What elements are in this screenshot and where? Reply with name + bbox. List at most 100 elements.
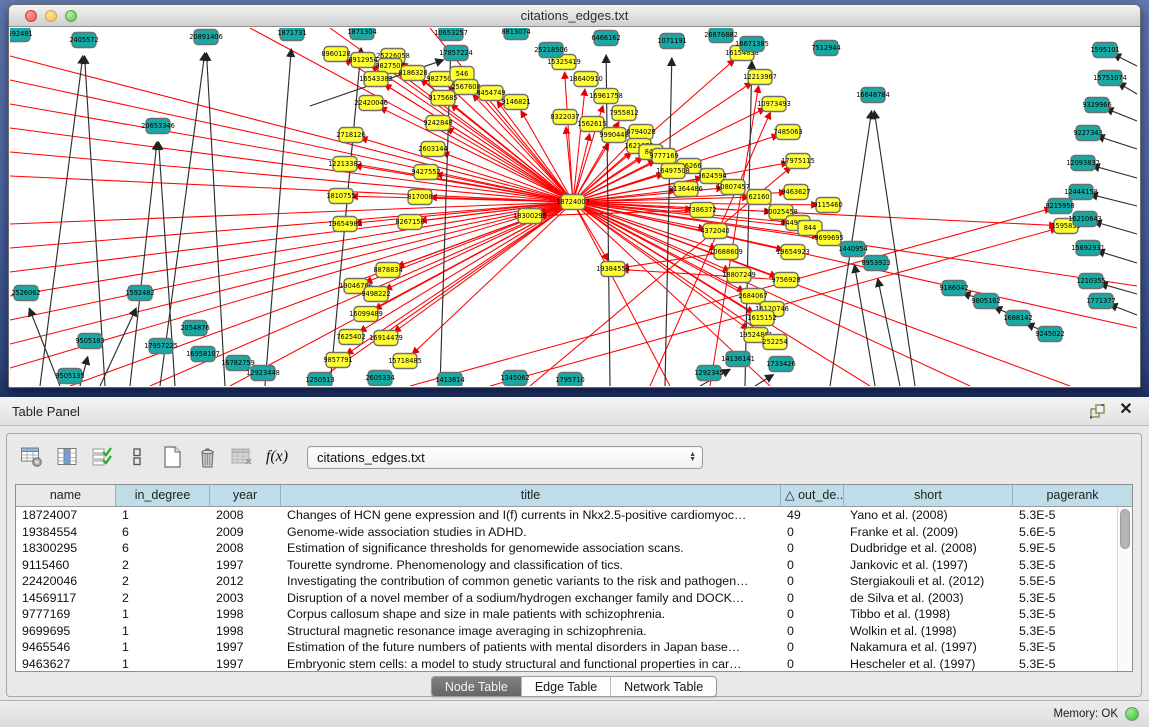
table-selector-dropdown[interactable]: citations_edges.txt ▲▼ [307,446,703,469]
yellow-node-19654923[interactable]: 19654923 [776,245,810,260]
teal-node-1592481[interactable]: 1592481 [10,28,33,42]
row-selection-button[interactable] [122,443,152,471]
yellow-node-9857791[interactable]: 9857791 [323,353,352,368]
yellow-node-8878834[interactable]: 8878834 [373,263,402,278]
yellow-node-9756928[interactable]: 9756928 [771,273,800,288]
teal-node-1440954[interactable]: 1440954 [838,242,867,257]
table-row[interactable]: 946362711997Embryonic stem cells: a mode… [16,656,1117,672]
teal-node-1250513[interactable]: 1250513 [305,373,334,387]
teal-node-9505135[interactable]: 9505135 [55,369,84,384]
function-builder-button[interactable]: f(x) [262,443,292,471]
yellow-node-9990448[interactable]: 9990448 [599,128,628,143]
teal-node-1592482[interactable]: 1592482 [125,286,154,301]
yellow-node-9175685[interactable]: 9175685 [428,91,457,106]
vertical-scrollbar[interactable] [1117,507,1132,671]
yellow-node-2718126[interactable]: 2718126 [336,128,365,143]
teal-node-1733426[interactable]: 1733426 [766,357,795,372]
teal-node-16210643[interactable]: 16210643 [1068,212,1102,227]
yellow-node-4372040[interactable]: 4372040 [700,224,729,239]
yellow-node-18807249[interactable]: 18807249 [722,268,756,283]
yellow-node-8960128[interactable]: 8960128 [321,47,350,62]
column-header-title[interactable]: title [281,485,781,506]
yellow-node-9498222[interactable]: 9498222 [361,287,390,302]
yellow-node-16099489[interactable]: 16099489 [349,307,383,322]
yellow-node-12213967[interactable]: 12213967 [743,70,777,85]
teal-node-1071191[interactable]: 1071191 [657,34,686,49]
table-row[interactable]: 1872400712008Changes of HCN gene express… [16,507,1117,524]
teal-node-1688142[interactable]: 1688142 [1003,311,1032,326]
yellow-node-18300295[interactable]: 18300295 [513,209,547,224]
yellow-node-16497508[interactable]: 16497508 [656,164,690,179]
table-row[interactable]: 1830029562008Estimation of significance … [16,540,1117,557]
teal-node-1292345[interactable]: 1292345 [694,366,723,381]
table-row[interactable]: 946554611997Estimation of the future num… [16,639,1117,656]
float-window-icon[interactable] [1090,404,1105,419]
yellow-node-7625402[interactable]: 7625402 [336,330,365,345]
teal-node-2605334[interactable]: 2605334 [365,371,394,386]
yellow-node-8912954[interactable]: 8912954 [348,53,377,68]
teal-node-9186042[interactable]: 9186042 [939,281,968,296]
yellow-node-9699695[interactable]: 9699695 [814,231,843,246]
yellow-node-6794028[interactable]: 6794028 [626,125,655,140]
teal-node-10653257[interactable]: 10653257 [434,28,468,41]
yellow-node-252254[interactable]: 252254 [762,335,787,350]
teal-node-1771377[interactable]: 1771377 [1086,294,1115,309]
teal-node-15692931[interactable]: 15692931 [1071,241,1105,256]
yellow-node-10688609[interactable]: 10688609 [709,245,743,260]
yellow-node-8322037[interactable]: 8322037 [550,110,579,125]
teal-node-1871304[interactable]: 1871304 [347,28,376,40]
yellow-node-817008[interactable]: 817008 [407,190,432,205]
network-window-titlebar[interactable]: citations_edges.txt [9,5,1140,27]
teal-node-9805162[interactable]: 9805162 [971,294,1000,309]
teal-node-20653346[interactable]: 20653346 [141,119,175,134]
yellow-node-7485063[interactable]: 7485063 [773,125,802,140]
tab-node-table[interactable]: Node Table [432,677,521,696]
column-header-name[interactable]: name [16,485,116,506]
teal-node-1413614[interactable]: 1413614 [435,373,464,387]
select-all-button[interactable] [87,443,117,471]
yellow-node-1810755[interactable]: 1810755 [326,189,355,204]
network-window[interactable]: citations_edges.txt 18724007896012889129… [8,4,1141,388]
close-window-button[interactable] [25,10,37,22]
yellow-node-18640910[interactable]: 18640910 [569,72,603,87]
yellow-node-9146821[interactable]: 9146821 [501,95,530,110]
yellow-node-9777169[interactable]: 9777169 [649,149,678,164]
teal-node-12923448[interactable]: 12923448 [246,366,280,381]
yellow-node-9115460[interactable]: 9115460 [813,198,842,213]
yellow-node-7955812[interactable]: 7955812 [609,106,638,121]
yellow-node-15718485[interactable]: 15718485 [388,354,422,369]
tab-edge-table[interactable]: Edge Table [521,677,610,696]
yellow-node-9427552[interactable]: 9427552 [411,165,440,180]
yellow-node-16914479[interactable]: 16914479 [369,331,403,346]
column-header-year[interactable]: year [210,485,281,506]
teal-node-8953923[interactable]: 8953923 [861,256,890,271]
teal-node-1871731[interactable]: 1871731 [277,28,306,41]
yellow-node-16961758[interactable]: 16961758 [589,89,623,104]
teal-node-8215958[interactable]: 8215958 [1045,199,1074,214]
teal-node-12093832[interactable]: 12093832 [1066,156,1100,171]
teal-node-20891406[interactable]: 20891406 [189,30,223,45]
yellow-node-62160[interactable]: 62160 [747,190,771,205]
teal-node-1795710[interactable]: 1795710 [555,373,584,387]
table-row[interactable]: 969969511998Structural magnetic resonanc… [16,623,1117,640]
yellow-node-19384554[interactable]: 19384554 [596,262,630,277]
yellow-node-22420046[interactable]: 22420046 [354,96,388,111]
teal-node-9245022[interactable]: 9245022 [1035,327,1064,342]
yellow-node-10973493[interactable]: 10973493 [757,97,791,112]
teal-node-25218506[interactable]: 25218506 [534,43,568,58]
teal-node-14136141[interactable]: 14136141 [721,352,755,367]
teal-node-17857224[interactable]: 17857224 [439,46,473,61]
column-header-pagerank[interactable]: pagerank [1013,485,1132,506]
teal-node-7512944[interactable]: 7512944 [811,41,840,56]
teal-node-16648784[interactable]: 16648784 [856,88,890,103]
network-canvas[interactable]: 1872400789601288912954252260589827508165… [10,28,1139,386]
table-row[interactable]: 2242004622012Investigating the contribut… [16,573,1117,590]
teal-node-15751074[interactable]: 15751074 [1093,71,1127,86]
teal-node-1345062[interactable]: 1345062 [500,371,529,386]
table-row[interactable]: 977716911998Corpus callosum shape and si… [16,606,1117,623]
close-icon[interactable]: ✕ [1117,401,1135,419]
teal-node-9227343[interactable]: 9227343 [1073,126,1102,141]
yellow-node-17975115[interactable]: 17975115 [781,154,815,169]
zoom-window-button[interactable] [65,10,77,22]
minimize-window-button[interactable] [45,10,57,22]
